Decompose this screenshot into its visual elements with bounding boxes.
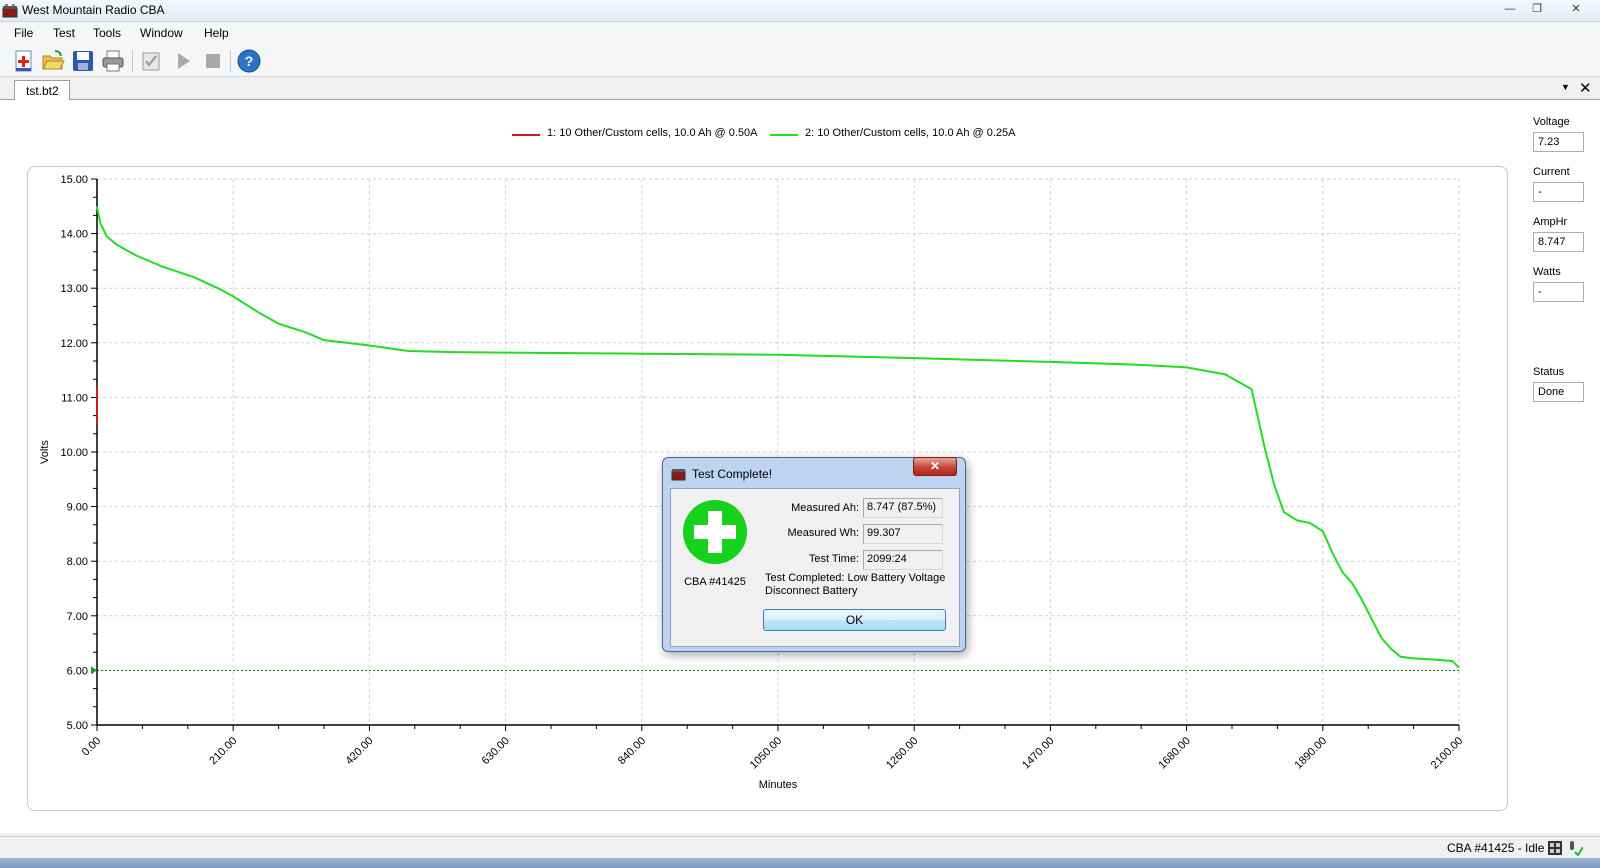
x-tick-label: 630.00: [480, 735, 512, 767]
stop-icon[interactable]: [200, 48, 226, 74]
y-tick-label: 15.00: [60, 174, 88, 186]
new-icon[interactable]: [11, 48, 37, 74]
toolbar: ?: [0, 44, 1600, 77]
measured-wh-label: Measured Wh:: [787, 527, 859, 539]
y-axis-title: Volts: [39, 440, 51, 464]
ok-button[interactable]: OK: [763, 609, 946, 631]
x-tick-label: 1470.00: [1020, 735, 1057, 772]
success-plus-icon: [683, 500, 747, 564]
dialog-body: CBA #41425 Measured Ah: 8.747 (87.5%) Me…: [670, 488, 960, 647]
x-tick-label: 1260.00: [884, 735, 921, 772]
x-tick-label: 840.00: [616, 735, 648, 767]
title-bar: West Mountain Radio CBA — ❐ ✕: [0, 0, 1600, 22]
menu-window[interactable]: Window: [140, 26, 183, 40]
test-time-field: 2099:24: [863, 550, 943, 570]
tab-list-chevron-icon[interactable]: ▼: [1561, 82, 1570, 92]
cutoff-marker-icon: [91, 666, 97, 675]
x-tick-label: 210.00: [207, 735, 239, 767]
minimize-button[interactable]: —: [1497, 1, 1523, 19]
current-field: -: [1533, 182, 1584, 202]
status-label: Status: [1533, 366, 1565, 378]
y-tick-label: 5.00: [67, 720, 88, 732]
y-tick-label: 13.00: [60, 283, 88, 295]
microphone-check-icon: [1570, 841, 1583, 856]
amphr-label: AmpHr: [1533, 216, 1568, 228]
current-label: Current: [1533, 166, 1570, 178]
watts-field: -: [1533, 282, 1584, 302]
open-icon[interactable]: [40, 48, 66, 74]
watts-label: Watts: [1533, 266, 1561, 278]
tab-tst-bt2[interactable]: tst.bt2: [14, 80, 70, 101]
legend-swatch-series-2: [770, 134, 798, 136]
status-bar: CBA #41425 - Idle: [0, 836, 1600, 858]
menu-help[interactable]: Help: [204, 26, 229, 40]
legend-label-series-1: 1: 10 Other/Custom cells, 10.0 Ah @ 0.50…: [547, 127, 758, 139]
y-tick-label: 8.00: [67, 556, 88, 568]
os-taskbar: [0, 858, 1600, 868]
svg-text:?: ?: [245, 53, 254, 69]
close-window-button[interactable]: ✕: [1561, 1, 1591, 19]
disconnect-message: Disconnect Battery: [765, 585, 858, 597]
x-tick-label: 1050.00: [748, 735, 785, 772]
y-tick-label: 7.00: [67, 611, 88, 623]
legend-label-series-2: 2: 10 Other/Custom cells, 10.0 Ah @ 0.25…: [805, 127, 1016, 139]
device-connection-icon: [1548, 841, 1562, 855]
menu-file[interactable]: File: [14, 26, 33, 40]
y-tick-label: 10.00: [60, 447, 88, 459]
voltage-label: Voltage: [1533, 116, 1570, 128]
document-tab-strip: tst.bt2 ▼ ✕: [0, 78, 1600, 101]
close-tab-icon[interactable]: ✕: [1579, 79, 1592, 97]
x-tick-label: 1680.00: [1156, 735, 1193, 772]
y-tick-label: 12.00: [60, 338, 88, 350]
test-complete-dialog: Test Complete! ✕ CBA #41425 Measured Ah:…: [662, 457, 966, 652]
y-tick-label: 11.00: [61, 392, 88, 404]
x-tick-label: 2100.00: [1429, 735, 1466, 772]
voltage-field: 7.23: [1533, 132, 1584, 152]
window-title: West Mountain Radio CBA: [22, 3, 165, 17]
restore-button[interactable]: ❐: [1524, 1, 1550, 19]
measured-ah-field: 8.747 (87.5%): [863, 498, 943, 518]
app-battery-icon: [2, 4, 18, 18]
test-time-label: Test Time:: [808, 553, 859, 565]
y-tick-label: 14.00: [60, 229, 88, 241]
completion-message: Test Completed: Low Battery Voltage: [765, 572, 946, 584]
toolbar-separator: [230, 50, 231, 72]
amphr-field: 8.747: [1533, 232, 1584, 252]
menu-bar: File Test Tools Window Help: [0, 22, 1600, 44]
x-axis-title: Minutes: [759, 779, 798, 791]
measured-wh-field: 99.307: [863, 524, 943, 544]
menu-tools[interactable]: Tools: [93, 26, 121, 40]
device-id-label: CBA #41425: [684, 576, 746, 588]
dialog-close-button[interactable]: ✕: [913, 457, 957, 476]
x-tick-label: 0.00: [80, 735, 104, 759]
print-icon[interactable]: [100, 48, 126, 74]
play-icon[interactable]: [170, 48, 196, 74]
dialog-battery-icon: [671, 469, 686, 481]
status-text: CBA #41425 - Idle: [1447, 841, 1545, 855]
dialog-title: Test Complete!: [692, 467, 773, 481]
menu-test[interactable]: Test: [53, 26, 75, 40]
checklist-icon[interactable]: [138, 48, 164, 74]
measured-ah-label: Measured Ah:: [791, 502, 859, 514]
x-tick-label: 420.00: [343, 735, 375, 767]
x-tick-label: 1890.00: [1293, 735, 1330, 772]
save-icon[interactable]: [70, 48, 96, 74]
y-tick-label: 9.00: [67, 502, 88, 514]
y-tick-label: 6.00: [67, 665, 88, 677]
chart-legend: 1: 10 Other/Custom cells, 10.0 Ah @ 0.50…: [512, 127, 1032, 143]
status-field: Done: [1533, 382, 1584, 402]
toolbar-separator: [132, 50, 133, 72]
help-icon[interactable]: ?: [236, 48, 262, 74]
legend-swatch-series-1: [512, 134, 540, 136]
